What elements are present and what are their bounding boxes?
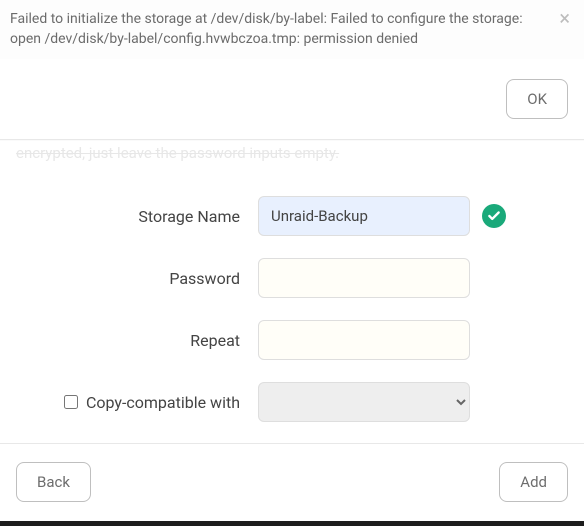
compat-checkbox[interactable]: [64, 395, 78, 409]
repeat-input[interactable]: [258, 320, 470, 360]
ok-button[interactable]: OK: [506, 79, 568, 119]
storage-name-input[interactable]: [258, 196, 470, 236]
storage-form: encrypted, just leave the password input…: [0, 140, 584, 422]
add-button[interactable]: Add: [499, 462, 568, 502]
close-icon[interactable]: ×: [555, 6, 574, 30]
storage-name-label: Storage Name: [138, 207, 240, 226]
error-banner: Failed to initialize the storage at /dev…: [0, 0, 584, 59]
form-description-tail: encrypted, just leave the password input…: [10, 140, 574, 196]
row-password: Password: [10, 258, 574, 298]
error-message: Failed to initialize the storage at /dev…: [10, 11, 523, 47]
repeat-label: Repeat: [190, 331, 240, 350]
window-bottom-bar: [0, 521, 584, 526]
back-button[interactable]: Back: [16, 462, 91, 502]
compat-select[interactable]: [258, 382, 470, 422]
password-input[interactable]: [258, 258, 470, 298]
compat-label: Copy-compatible with: [86, 393, 240, 412]
row-compat: Copy-compatible with: [10, 382, 574, 422]
row-storage-name: Storage Name: [10, 196, 574, 236]
checkmark-icon: [482, 204, 506, 228]
error-actions: OK: [0, 59, 584, 140]
password-label: Password: [169, 269, 240, 288]
dialog-footer: Back Add: [0, 443, 584, 518]
row-repeat: Repeat: [10, 320, 574, 360]
